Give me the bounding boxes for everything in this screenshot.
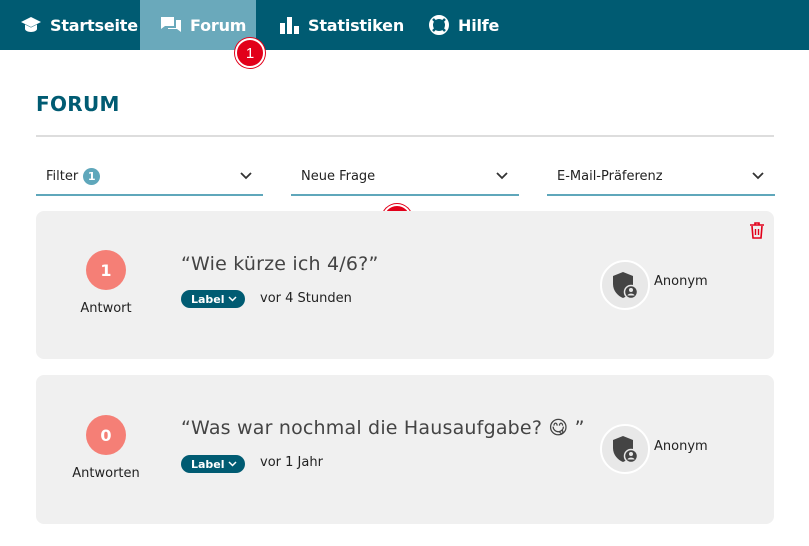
avatar xyxy=(600,260,650,310)
filter-label: Filter xyxy=(46,168,79,184)
nav-hilfe[interactable]: Hilfe xyxy=(428,0,499,50)
graduation-cap-icon xyxy=(20,14,42,36)
nav-label: Hilfe xyxy=(458,15,500,35)
post-time: vor 4 Stunden xyxy=(260,291,352,306)
delete-trash-icon[interactable] xyxy=(749,221,765,243)
chevron-down-icon xyxy=(228,296,237,302)
post-card[interactable]: 0 Antworten “Was war nochmal die Hausauf… xyxy=(36,375,774,524)
answer-count-label: Antworten xyxy=(72,466,140,481)
label-dropdown[interactable]: Label xyxy=(181,290,245,308)
nav-label: Startseite xyxy=(50,15,138,35)
author-name: Anonym xyxy=(654,274,708,289)
top-navigation: Startseite Forum Statistiken Hilfe xyxy=(0,0,809,50)
divider xyxy=(36,135,774,137)
post-card[interactable]: 1 Antwort “Wie kürze ich 4/6?” Label vor… xyxy=(36,211,774,359)
nav-statistiken[interactable]: Statistiken xyxy=(278,0,404,50)
post-time: vor 1 Jahr xyxy=(260,455,323,470)
anonymous-shield-icon xyxy=(613,272,638,299)
chevron-down-icon xyxy=(228,461,237,467)
label-text: Label xyxy=(191,292,225,306)
nav-startseite[interactable]: Startseite xyxy=(20,0,138,50)
nav-label: Forum xyxy=(190,15,247,35)
filter-dropdown[interactable]: Filter 1 xyxy=(36,158,263,196)
nav-label: Statistiken xyxy=(308,15,405,35)
chevron-down-icon xyxy=(495,170,509,185)
filter-count-badge: 1 xyxy=(83,167,101,185)
anonymous-shield-icon xyxy=(613,436,638,463)
avatar xyxy=(600,424,650,474)
bar-chart-icon xyxy=(278,14,300,36)
chevron-down-icon xyxy=(751,170,765,185)
lifebuoy-icon xyxy=(428,14,450,36)
new-question-label: Neue Frage xyxy=(301,168,376,184)
email-preference-dropdown[interactable]: E-Mail-Präferenz xyxy=(547,158,775,196)
step-marker-1: 1 xyxy=(235,38,265,68)
email-pref-label: E-Mail-Präferenz xyxy=(557,168,663,184)
answer-count: 0 xyxy=(86,415,126,455)
chat-bubbles-icon xyxy=(160,14,182,36)
answer-count: 1 xyxy=(86,250,126,290)
question-text[interactable]: “Wie kürze ich 4/6?” xyxy=(181,253,379,275)
label-text: Label xyxy=(191,457,225,471)
page-title: FORUM xyxy=(36,92,120,116)
label-dropdown[interactable]: Label xyxy=(181,455,245,473)
new-question-dropdown[interactable]: Neue Frage xyxy=(291,158,519,196)
answer-count-label: Antwort xyxy=(80,301,132,316)
question-text[interactable]: “Was war nochmal die Hausaufgabe? 😋 ” xyxy=(181,417,585,439)
chevron-down-icon xyxy=(239,170,253,185)
author-name: Anonym xyxy=(654,439,708,454)
